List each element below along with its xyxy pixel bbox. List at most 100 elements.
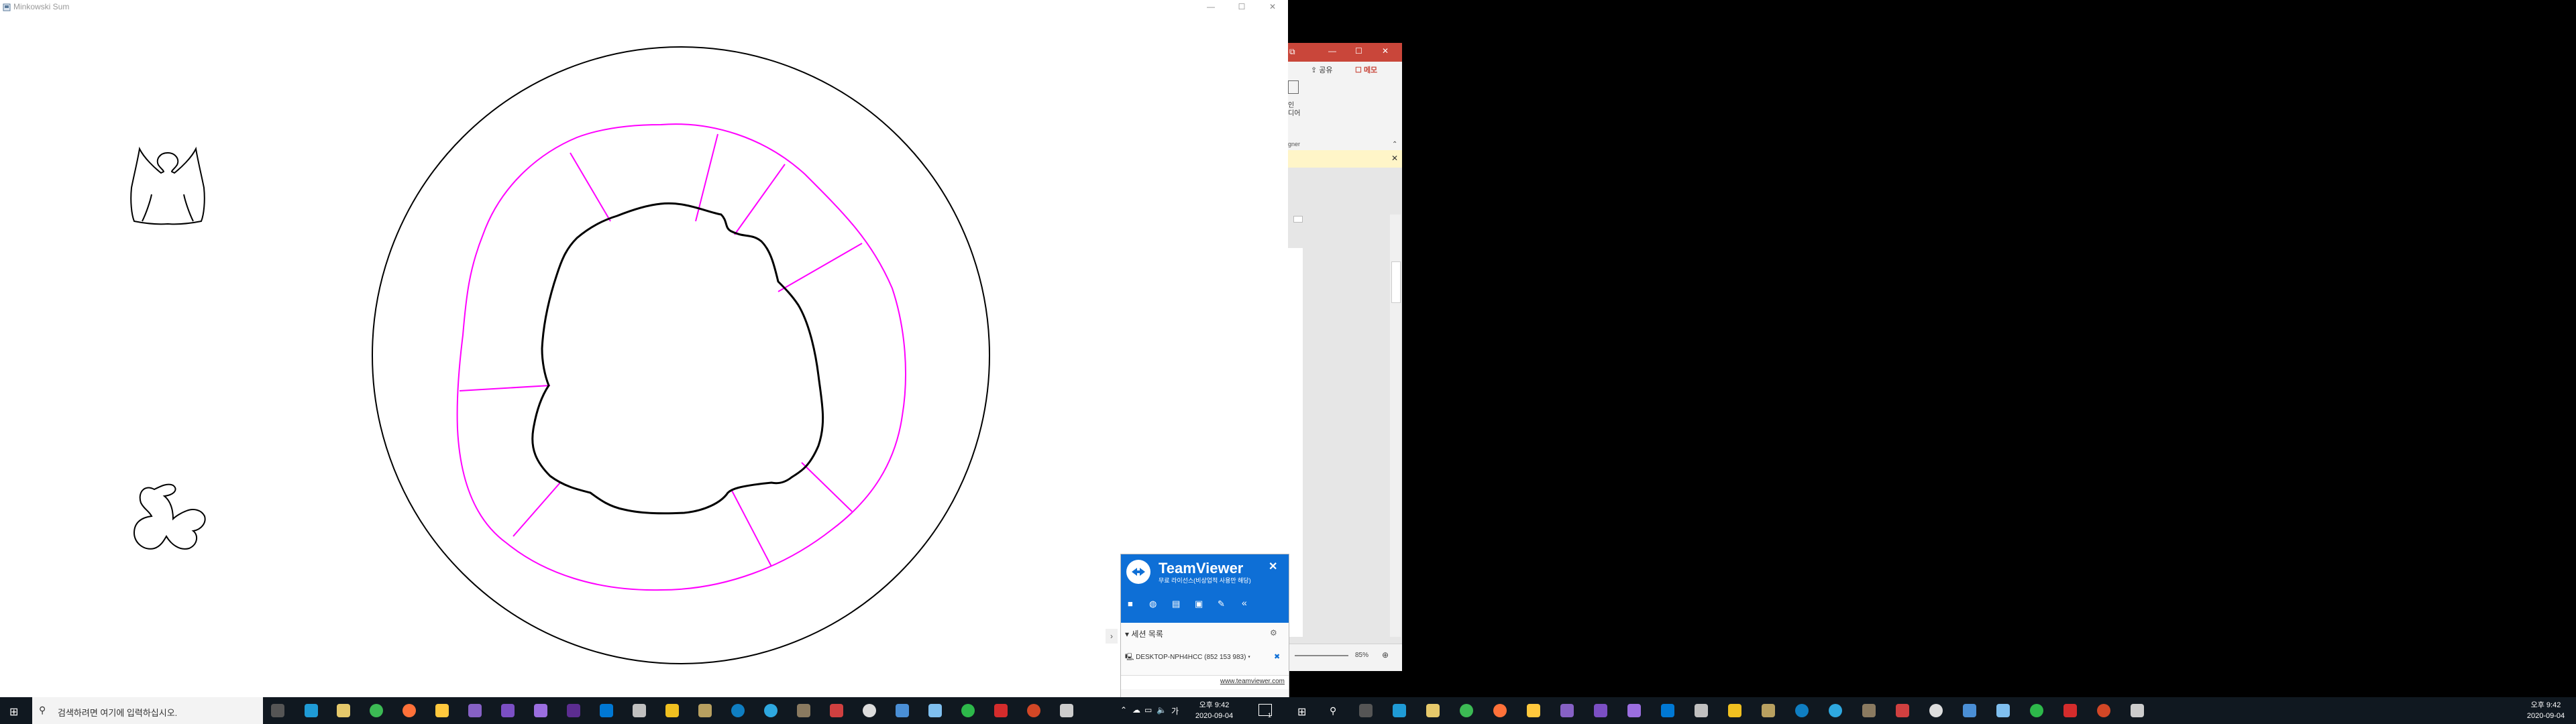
slide-canvas[interactable] — [1288, 248, 1303, 637]
chrome-icon[interactable] — [370, 704, 383, 717]
notepad-icon[interactable] — [665, 704, 679, 717]
visual-studio-icon[interactable] — [567, 704, 580, 717]
whiteboard-icon[interactable]: ✎ — [1218, 599, 1225, 609]
ribbon: 인 디어 gner ⌃ — [1288, 76, 1402, 151]
app-icon[interactable] — [1963, 704, 1976, 717]
edge-icon[interactable] — [1393, 704, 1406, 717]
app-icon[interactable] — [1896, 704, 1909, 717]
hidden-icons-icon[interactable]: ⌃ — [1120, 705, 1127, 715]
ribbon-display-button[interactable]: ⧉ — [1289, 47, 1295, 57]
language-icon[interactable]: 가 — [1171, 705, 1179, 717]
thumbnail-item[interactable] — [1293, 216, 1303, 223]
acrobat-icon[interactable] — [994, 704, 1008, 717]
visual-studio-icon[interactable] — [534, 704, 547, 717]
task-view-icon[interactable] — [271, 704, 284, 717]
edge-icon[interactable] — [305, 704, 318, 717]
headset-icon[interactable]: ◍ — [1149, 599, 1157, 609]
app-icon[interactable] — [1426, 704, 1440, 717]
file-transfer-icon[interactable]: ▣ — [1195, 599, 1203, 609]
app-icon[interactable] — [1862, 704, 1876, 717]
firefox-icon[interactable] — [1493, 704, 1507, 717]
edge-icon[interactable] — [1795, 704, 1809, 717]
clock-date[interactable]: 2020-09-04 — [2522, 711, 2569, 721]
network-icon[interactable]: ▭ — [1144, 705, 1152, 715]
app-icon[interactable] — [830, 704, 843, 717]
vertical-scrollbar[interactable] — [1390, 215, 1401, 637]
video-call-icon[interactable]: ■ — [1128, 599, 1133, 609]
powerpoint-icon[interactable] — [1027, 704, 1040, 717]
app-icon[interactable] — [1695, 704, 1708, 717]
chrome-icon[interactable] — [1460, 704, 1473, 717]
app-icon[interactable] — [2131, 704, 2144, 717]
zoom-level[interactable]: 85% — [1355, 652, 1368, 659]
app-icon[interactable] — [633, 704, 646, 717]
designer-icon[interactable] — [1288, 80, 1299, 94]
app-icon[interactable] — [797, 704, 810, 717]
app-icon[interactable] — [1829, 704, 1842, 717]
close-icon[interactable]: ✕ — [1269, 560, 1277, 573]
website-link[interactable]: www.teamviewer.com — [1220, 678, 1285, 685]
powerpoint-titlebar[interactable]: ⧉ — ☐ ✕ — [1288, 43, 1402, 62]
app-icon[interactable] — [764, 704, 777, 717]
visual-studio-icon[interactable] — [1594, 704, 1607, 717]
notepad-icon[interactable] — [1728, 704, 1741, 717]
visual-studio-icon[interactable] — [1627, 704, 1641, 717]
settings-gear-icon[interactable]: ⚙ — [1270, 628, 1277, 638]
outlook-icon[interactable] — [600, 704, 613, 717]
start-button-icon[interactable]: ⊞ — [9, 705, 18, 719]
start-button-icon[interactable]: ⊞ — [1297, 705, 1306, 719]
session-item[interactable]: 🖳 DESKTOP-NPH4HCC (852 153 983) ▾ — [1125, 652, 1250, 664]
app-icon[interactable] — [2030, 704, 2043, 717]
drawing-canvas[interactable] — [0, 13, 1288, 697]
collapse-icon[interactable]: « — [1242, 597, 1247, 608]
app-icon[interactable] — [337, 704, 350, 717]
app-icon[interactable] — [1929, 704, 1943, 717]
search-box[interactable]: ⚲ 검색하려면 여기에 입력하십시오. — [32, 697, 263, 724]
outlook-icon[interactable] — [1661, 704, 1674, 717]
app-icon[interactable] — [863, 704, 876, 717]
app-icon[interactable] — [1060, 704, 1073, 717]
clock-date[interactable]: 2020-09-04 — [1194, 711, 1234, 721]
clock-time[interactable]: 오후 9:42 — [1194, 701, 1234, 710]
close-button[interactable]: ✕ — [1382, 46, 1389, 56]
firefox-icon[interactable] — [402, 704, 416, 717]
pin-icon[interactable]: ✖ — [1274, 652, 1280, 661]
app-icon[interactable] — [698, 704, 712, 717]
app-icon[interactable] — [896, 704, 909, 717]
minkowski-titlebar[interactable]: Minkowski Sum — ☐ ✕ — [0, 0, 1288, 13]
memo-button[interactable]: ☐ 메모 — [1355, 64, 1377, 75]
sessions-header[interactable]: ▾ 세션 목록 — [1125, 628, 1163, 640]
file-explorer-icon[interactable] — [435, 704, 449, 717]
close-button[interactable]: ✕ — [1257, 0, 1288, 13]
maximize-button[interactable]: ☐ — [1226, 0, 1257, 13]
task-view-icon[interactable] — [1359, 704, 1373, 717]
teamviewer-footer: www.teamviewer.com — [1121, 675, 1289, 689]
visual-studio-icon[interactable] — [468, 704, 482, 717]
zoom-slider[interactable] — [1295, 655, 1348, 656]
cloud-icon[interactable]: ☁ — [1132, 705, 1140, 715]
chat-icon[interactable]: ▤ — [1172, 599, 1180, 609]
minimize-button[interactable]: — — [1328, 46, 1336, 56]
edge-icon[interactable] — [731, 704, 745, 717]
search-icon[interactable]: ⚲ — [1330, 705, 1336, 717]
share-button[interactable]: ⇪ 공유 — [1311, 64, 1333, 75]
visual-studio-icon[interactable] — [501, 704, 515, 717]
clock-time[interactable]: 오후 9:42 — [2522, 701, 2569, 710]
maximize-button[interactable]: ☐ — [1355, 46, 1362, 56]
app-icon[interactable] — [928, 704, 942, 717]
close-notification-icon[interactable]: ✕ — [1391, 154, 1398, 163]
app-icon[interactable] — [961, 704, 975, 717]
app-icon[interactable] — [1762, 704, 1775, 717]
acrobat-icon[interactable] — [2063, 704, 2077, 717]
minimize-button[interactable]: — — [1195, 0, 1226, 13]
visual-studio-icon[interactable] — [1560, 704, 1574, 717]
volume-icon[interactable]: 🔈 — [1157, 705, 1167, 715]
app-icon[interactable] — [1996, 704, 2010, 717]
ribbon-label: 디어 — [1288, 110, 1301, 117]
powerpoint-icon[interactable] — [2097, 704, 2110, 717]
collapse-ribbon-icon[interactable]: ⌃ — [1392, 141, 1397, 148]
fit-slide-icon[interactable]: ⊕ — [1382, 650, 1389, 660]
file-explorer-icon[interactable] — [1527, 704, 1540, 717]
scroll-thumb[interactable] — [1391, 261, 1401, 303]
teamviewer-expand-tab[interactable]: › — [1106, 629, 1118, 644]
